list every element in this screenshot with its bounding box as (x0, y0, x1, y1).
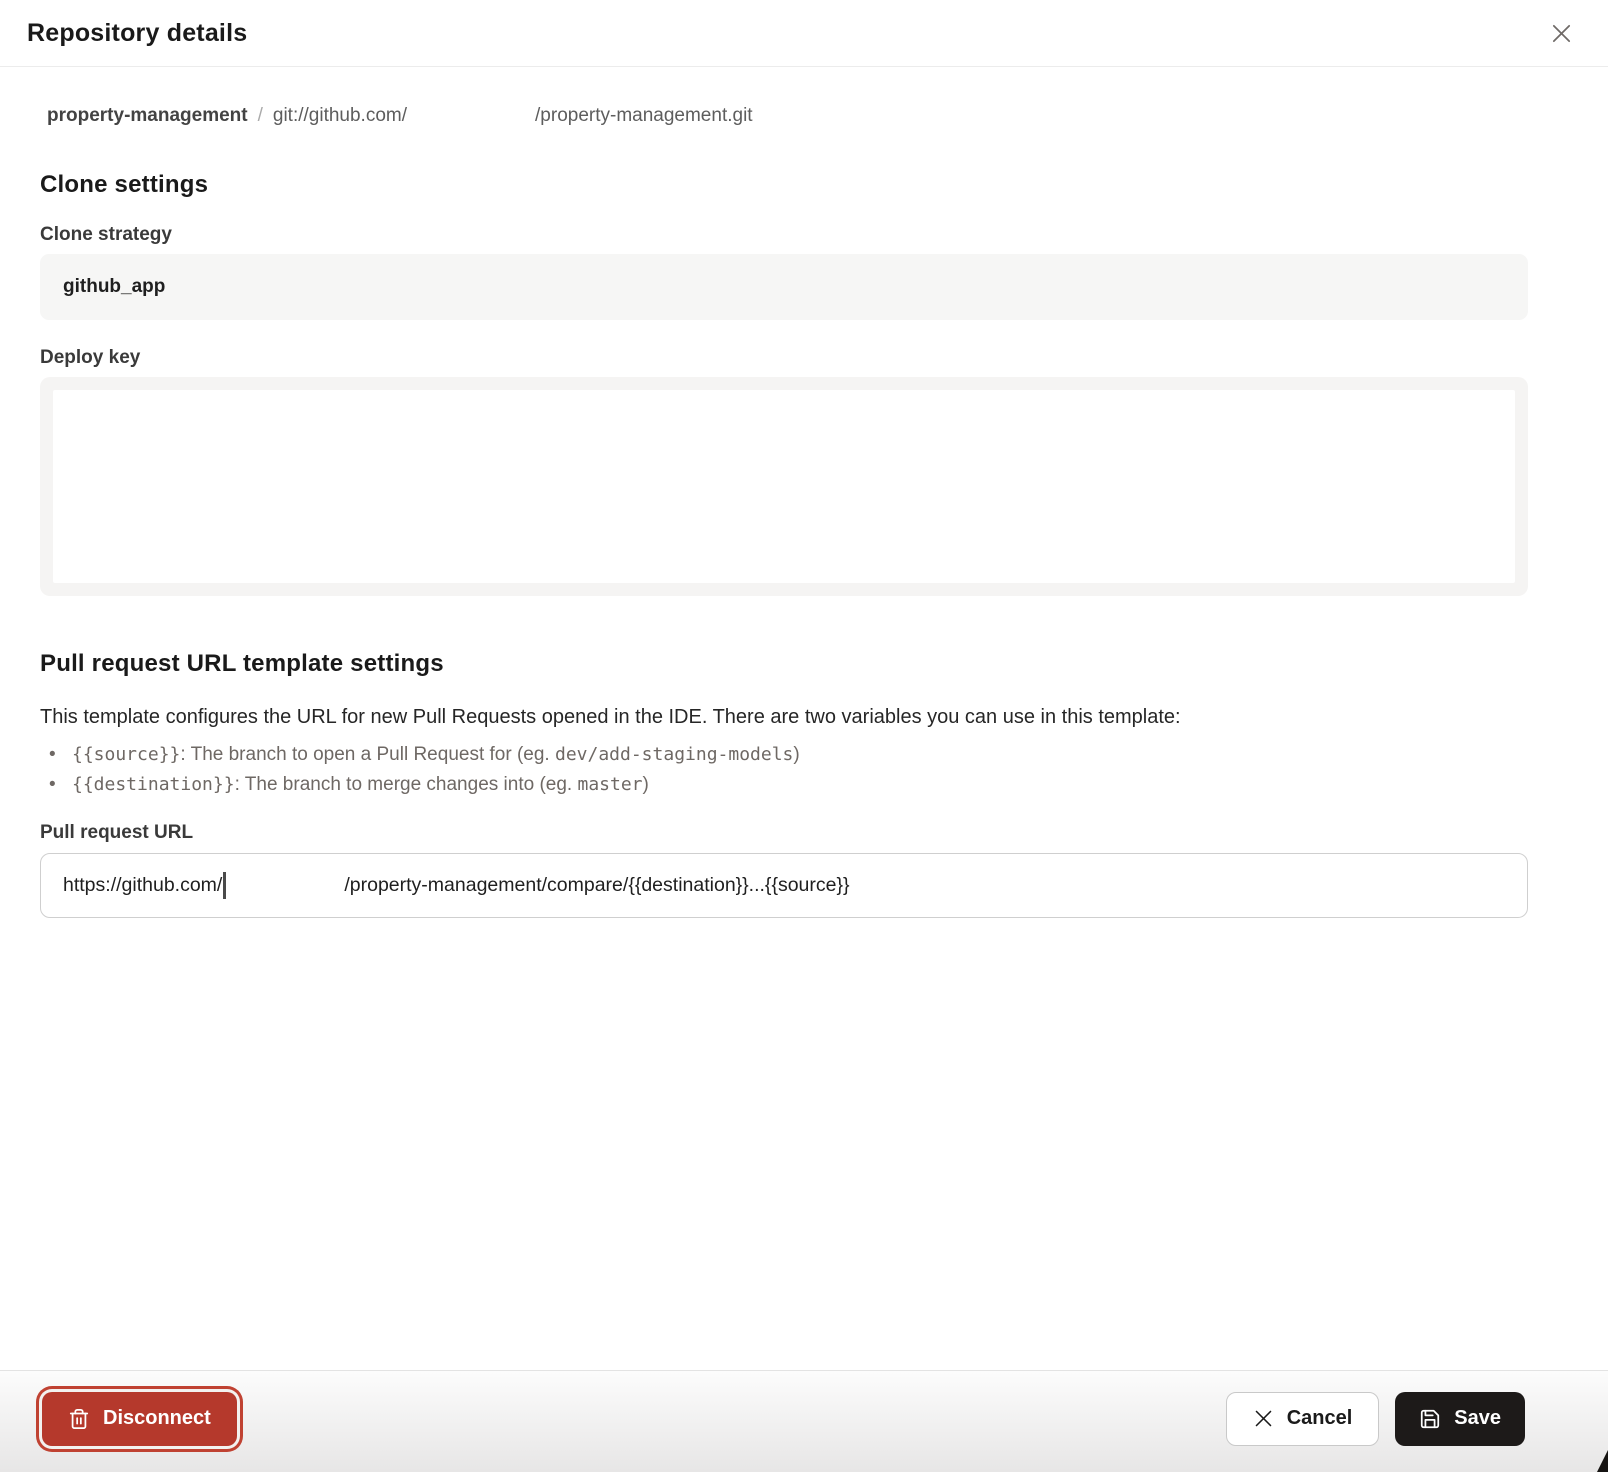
pr-url-value-suffix: /property-management/compare/{{destinati… (344, 874, 849, 897)
pr-template-description: This template configures the URL for new… (40, 702, 1528, 732)
clone-settings-heading: Clone settings (40, 169, 1528, 201)
page-title: Repository details (27, 19, 247, 48)
footer-action-buttons: Cancel Save (1226, 1392, 1525, 1446)
save-button[interactable]: Save (1395, 1392, 1525, 1446)
close-icon (1550, 22, 1573, 45)
clone-strategy-value: github_app (63, 276, 165, 298)
disconnect-button[interactable]: Disconnect (42, 1392, 237, 1446)
source-variable-close: ) (793, 744, 799, 765)
mouse-cursor (1597, 1450, 1608, 1472)
breadcrumb: property-management / git://github.com/ … (40, 105, 1528, 127)
list-item-destination-variable: {{destination}}: The branch to merge cha… (40, 770, 1528, 800)
trash-icon (68, 1408, 90, 1430)
pr-url-label: Pull request URL (40, 820, 1528, 846)
modal-body: property-management / git://github.com/ … (0, 105, 1608, 918)
destination-variable-example: master (577, 774, 642, 795)
list-item-source-variable: {{source}}: The branch to open a Pull Re… (40, 740, 1528, 770)
disconnect-label: Disconnect (103, 1407, 211, 1430)
pr-template-heading: Pull request URL template settings (40, 648, 1528, 680)
modal-footer: Disconnect Cancel Save (0, 1370, 1608, 1472)
modal-header: Repository details (0, 0, 1608, 67)
source-variable-text: : The branch to open a Pull Request for … (180, 744, 555, 765)
save-label: Save (1454, 1407, 1501, 1430)
breadcrumb-separator: / (258, 105, 263, 127)
floppy-disk-icon (1419, 1408, 1441, 1430)
deploy-key-textarea[interactable] (53, 390, 1515, 583)
close-button[interactable] (1544, 16, 1578, 50)
cancel-label: Cancel (1287, 1407, 1353, 1430)
destination-variable-text: : The branch to merge changes into (eg. (235, 774, 578, 795)
pr-variable-list: {{source}}: The branch to open a Pull Re… (40, 740, 1528, 800)
repo-url-suffix: /property-management.git (535, 105, 753, 127)
deploy-key-label: Deploy key (40, 345, 1528, 371)
clone-strategy-field[interactable]: github_app (40, 254, 1528, 320)
pr-url-input[interactable]: https://github.com/ /property-management… (40, 853, 1528, 918)
repo-url-prefix: git://github.com/ (273, 105, 407, 127)
source-variable-code: {{source}} (72, 744, 180, 765)
deploy-key-field-frame (40, 377, 1528, 596)
pr-url-value-prefix: https://github.com/ (63, 874, 222, 897)
repo-name: property-management (47, 105, 248, 127)
x-icon (1253, 1408, 1274, 1429)
clone-strategy-label: Clone strategy (40, 222, 1528, 248)
text-caret (223, 872, 226, 899)
cancel-button[interactable]: Cancel (1226, 1392, 1380, 1446)
source-variable-example: dev/add-staging-models (555, 744, 793, 765)
destination-variable-code: {{destination}} (72, 774, 235, 795)
destination-variable-close: ) (643, 774, 649, 795)
